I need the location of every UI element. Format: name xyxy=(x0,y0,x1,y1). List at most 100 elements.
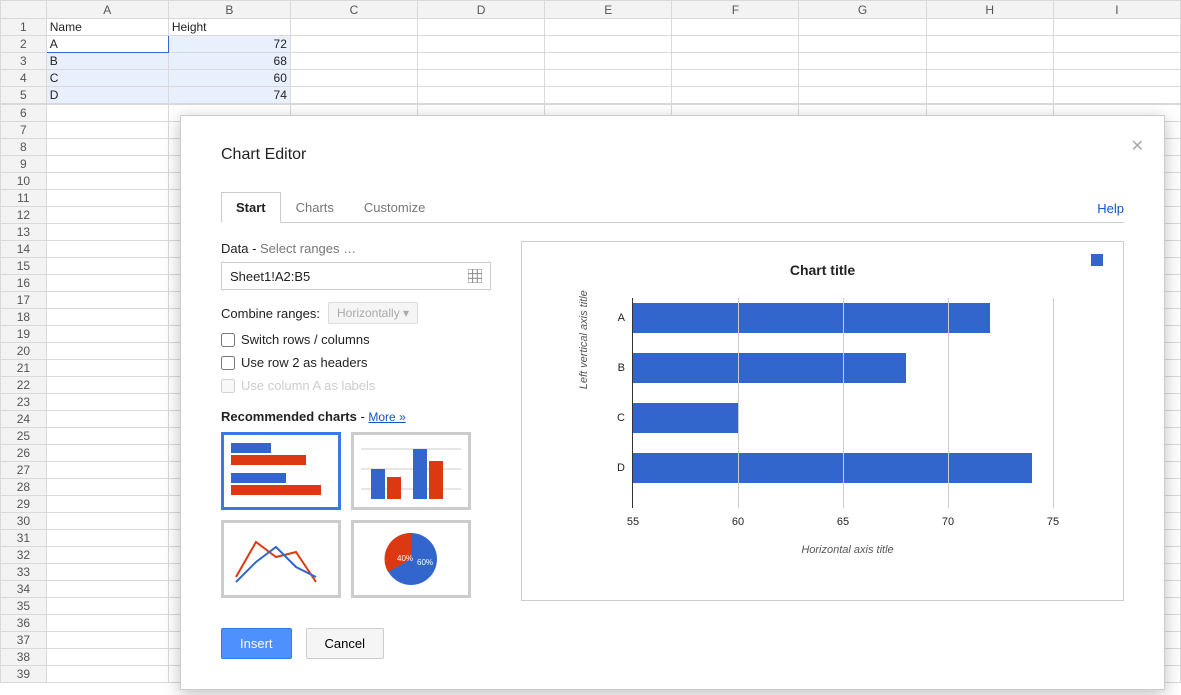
cell[interactable] xyxy=(672,36,799,53)
row-header[interactable]: 21 xyxy=(1,360,47,377)
col-header-f[interactable]: F xyxy=(672,1,799,19)
col-header-h[interactable]: H xyxy=(926,1,1053,19)
row-header[interactable]: 8 xyxy=(1,139,47,156)
cell[interactable] xyxy=(46,377,168,394)
cell[interactable] xyxy=(418,87,545,104)
cell[interactable] xyxy=(545,87,672,104)
corner-cell[interactable] xyxy=(1,1,47,19)
cell[interactable] xyxy=(672,53,799,70)
insert-button[interactable]: Insert xyxy=(221,628,292,659)
cell[interactable] xyxy=(46,462,168,479)
thumb-pie[interactable]: 40% 60% xyxy=(351,520,471,598)
row-header[interactable]: 19 xyxy=(1,326,47,343)
row-header[interactable]: 6 xyxy=(1,105,47,122)
row2-headers-checkbox[interactable] xyxy=(221,356,235,370)
col-header-d[interactable]: D xyxy=(418,1,545,19)
cell[interactable] xyxy=(46,564,168,581)
row-header[interactable]: 3 xyxy=(1,53,47,70)
row-header[interactable]: 36 xyxy=(1,615,47,632)
cell[interactable] xyxy=(46,190,168,207)
cell[interactable] xyxy=(290,70,417,87)
cell[interactable] xyxy=(672,19,799,36)
cell[interactable] xyxy=(672,70,799,87)
cell[interactable] xyxy=(46,598,168,615)
row-header[interactable]: 1 xyxy=(1,19,47,36)
tab-customize[interactable]: Customize xyxy=(349,192,440,223)
cell[interactable] xyxy=(46,207,168,224)
cell[interactable] xyxy=(926,87,1053,104)
col-header-b[interactable]: B xyxy=(168,1,290,19)
cell[interactable] xyxy=(46,513,168,530)
cell[interactable] xyxy=(545,53,672,70)
cell[interactable] xyxy=(46,224,168,241)
cell[interactable] xyxy=(1053,87,1180,104)
cell[interactable] xyxy=(46,173,168,190)
cell[interactable] xyxy=(1053,70,1180,87)
cell[interactable] xyxy=(799,36,926,53)
cell[interactable] xyxy=(799,19,926,36)
row-header[interactable]: 7 xyxy=(1,122,47,139)
tab-start[interactable]: Start xyxy=(221,192,281,223)
row-header[interactable]: 10 xyxy=(1,173,47,190)
cell[interactable] xyxy=(46,275,168,292)
cell[interactable] xyxy=(290,53,417,70)
cell[interactable] xyxy=(290,19,417,36)
cell[interactable] xyxy=(545,36,672,53)
col-header-c[interactable]: C xyxy=(290,1,417,19)
col-header-g[interactable]: G xyxy=(799,1,926,19)
row-header[interactable]: 37 xyxy=(1,632,47,649)
row-header[interactable]: 33 xyxy=(1,564,47,581)
row-header[interactable]: 39 xyxy=(1,666,47,683)
cell[interactable] xyxy=(46,258,168,275)
combine-select[interactable]: Horizontally ▾ xyxy=(328,302,418,324)
row-header[interactable]: 5 xyxy=(1,87,47,104)
thumb-line[interactable] xyxy=(221,520,341,598)
cell[interactable] xyxy=(46,649,168,666)
row-header[interactable]: 26 xyxy=(1,445,47,462)
cell[interactable] xyxy=(46,326,168,343)
row-header[interactable]: 29 xyxy=(1,496,47,513)
cell[interactable]: 72 xyxy=(168,36,290,53)
cell[interactable] xyxy=(46,411,168,428)
thumb-hbar[interactable] xyxy=(221,432,341,510)
row-header[interactable]: 28 xyxy=(1,479,47,496)
cell[interactable] xyxy=(46,496,168,513)
cell[interactable] xyxy=(926,70,1053,87)
cell[interactable] xyxy=(46,105,168,122)
cell[interactable]: Name xyxy=(46,19,168,36)
cell[interactable] xyxy=(290,36,417,53)
cell[interactable] xyxy=(46,139,168,156)
row-header[interactable]: 31 xyxy=(1,530,47,547)
cell[interactable] xyxy=(418,19,545,36)
col-header-i[interactable]: I xyxy=(1053,1,1180,19)
row-header[interactable]: 17 xyxy=(1,292,47,309)
row-header[interactable]: 12 xyxy=(1,207,47,224)
tab-charts[interactable]: Charts xyxy=(281,192,349,223)
row-header[interactable]: 34 xyxy=(1,581,47,598)
help-link[interactable]: Help xyxy=(1097,201,1124,216)
cell[interactable] xyxy=(418,53,545,70)
cell[interactable] xyxy=(1053,36,1180,53)
row-header[interactable]: 20 xyxy=(1,343,47,360)
col-header-a[interactable]: A xyxy=(46,1,168,19)
cell[interactable] xyxy=(46,241,168,258)
cell[interactable] xyxy=(926,19,1053,36)
cell[interactable] xyxy=(46,360,168,377)
row-header[interactable]: 11 xyxy=(1,190,47,207)
cell[interactable] xyxy=(46,581,168,598)
row-header[interactable]: 14 xyxy=(1,241,47,258)
cell[interactable] xyxy=(46,632,168,649)
cell[interactable] xyxy=(46,309,168,326)
grid-selector-icon[interactable] xyxy=(468,269,482,283)
cell[interactable] xyxy=(1053,19,1180,36)
cell[interactable] xyxy=(799,70,926,87)
cell[interactable] xyxy=(46,292,168,309)
cell[interactable]: 60 xyxy=(168,70,290,87)
switch-rows-checkbox[interactable] xyxy=(221,333,235,347)
row-header[interactable]: 24 xyxy=(1,411,47,428)
cell[interactable] xyxy=(46,445,168,462)
row-header[interactable]: 25 xyxy=(1,428,47,445)
cell[interactable]: Height xyxy=(168,19,290,36)
cell[interactable] xyxy=(46,666,168,683)
row-header[interactable]: 38 xyxy=(1,649,47,666)
